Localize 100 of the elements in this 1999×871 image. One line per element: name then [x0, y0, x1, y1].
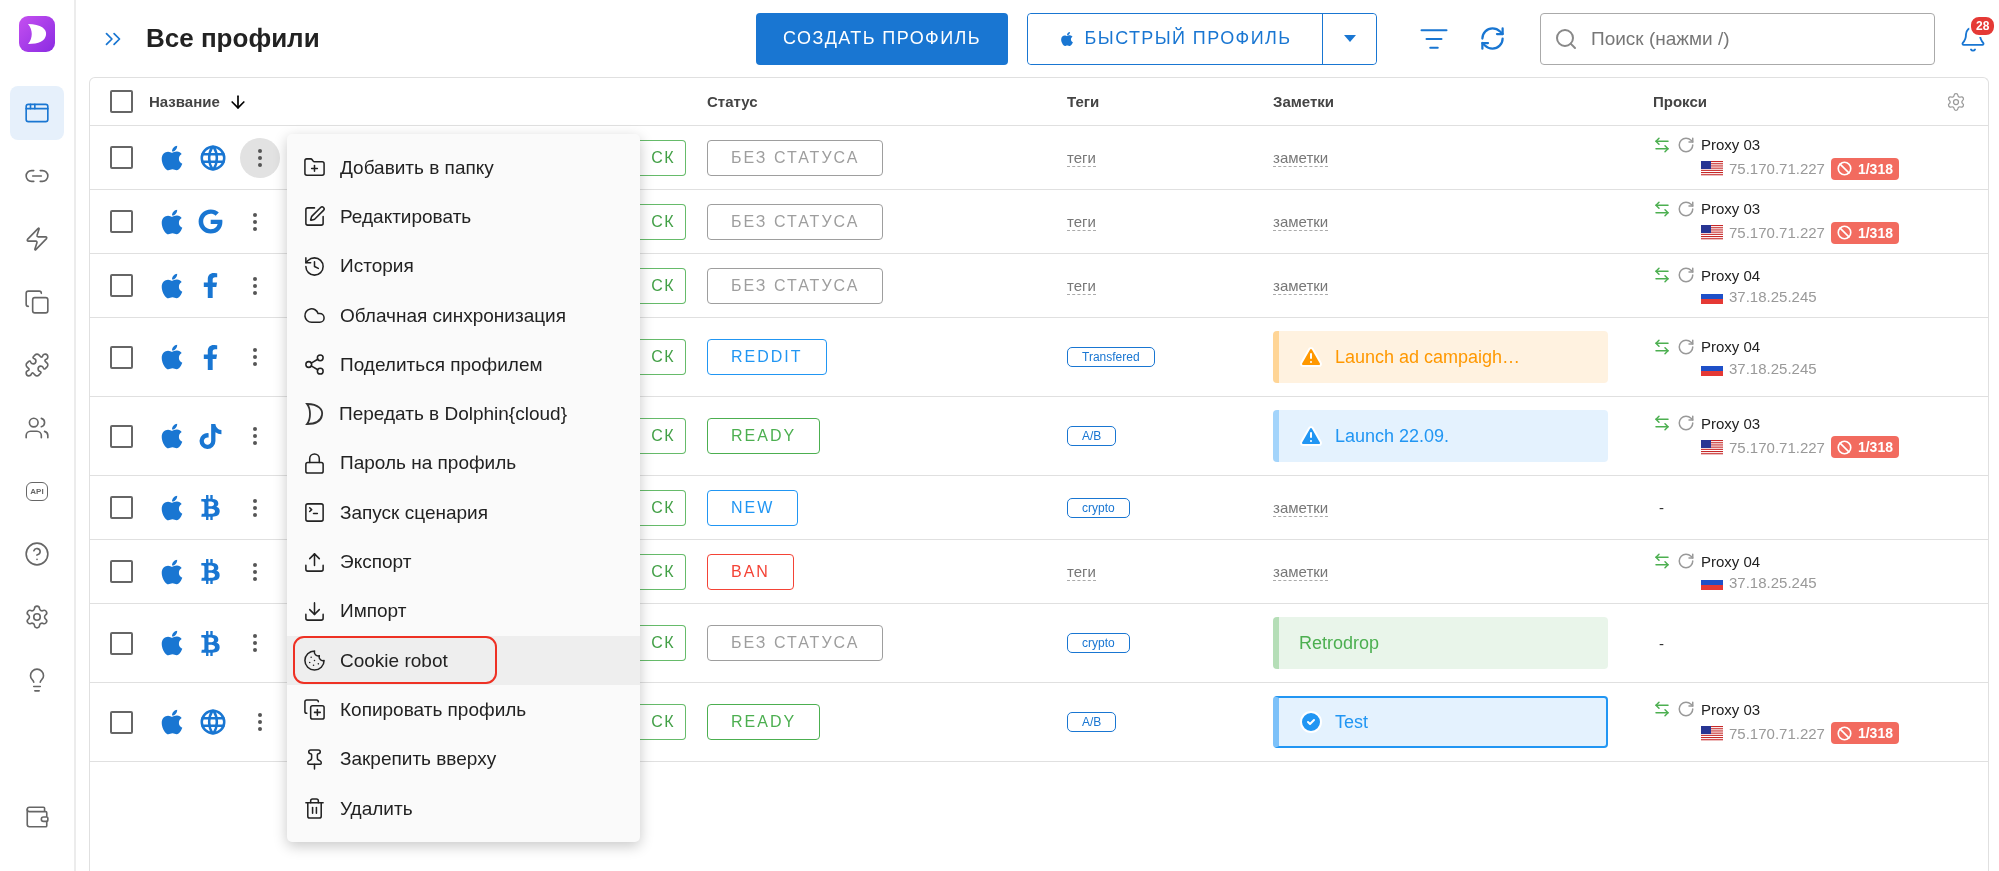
column-header: Статус	[706, 93, 759, 110]
proxy-ip: 37.18.25.245	[1729, 288, 1817, 305]
app-logo[interactable]	[19, 16, 55, 52]
proxy-empty: -	[1658, 634, 1665, 652]
proxy-name: Proxy 03	[1701, 414, 1761, 432]
status-badge[interactable]: БЕЗ СТАТУСА	[707, 139, 884, 176]
tags-placeholder[interactable]: теги	[1067, 212, 1096, 231]
nav-icon	[24, 289, 50, 315]
column-header: Заметки	[1272, 93, 1336, 110]
status-badge[interactable]: БЕЗ СТАТУСА	[707, 203, 884, 240]
swap-icon[interactable]	[1653, 266, 1671, 284]
note-text: Launch ad campaigh…	[1335, 346, 1521, 368]
bitcoin-icon	[198, 495, 223, 520]
more-icon	[253, 562, 257, 581]
row-checkbox[interactable]	[110, 274, 133, 297]
select-all-checkbox[interactable]	[110, 90, 133, 113]
swap-icon[interactable]	[1653, 552, 1671, 570]
row-checkbox[interactable]	[110, 146, 133, 169]
menu-item[interactable]: Удалить	[287, 783, 640, 834]
refresh-icon[interactable]	[1677, 135, 1695, 154]
quick-profile-button[interactable]: БЫСТРЫЙ ПРОФИЛЬ	[1028, 13, 1323, 64]
more-icon	[253, 348, 257, 366]
menu-label: Редактировать	[340, 205, 472, 228]
menu-item[interactable]: Cookie robot	[287, 635, 640, 686]
note-card[interactable]: Retrodrop	[1273, 617, 1608, 669]
tag-chip[interactable]: A/B	[1067, 712, 1117, 732]
notes-placeholder[interactable]: заметки	[1273, 276, 1329, 295]
notes-placeholder[interactable]: заметки	[1273, 562, 1329, 581]
row-checkbox[interactable]	[110, 345, 133, 369]
error-badge: 1/318	[1830, 157, 1899, 180]
menu-label: Пароль на профиль	[340, 452, 517, 475]
row-checkbox[interactable]	[110, 496, 133, 519]
check-icon	[1299, 710, 1323, 734]
menu-label: Закрепить вверху	[340, 748, 497, 771]
status-badge[interactable]: READY	[707, 704, 821, 740]
menu-icon	[303, 501, 326, 525]
bitcoin-icon	[198, 559, 223, 584]
menu-label: Cookie robot	[340, 649, 448, 672]
refresh-icon[interactable]	[1677, 700, 1695, 718]
row-checkbox[interactable]	[110, 560, 133, 583]
row-checkbox[interactable]	[110, 710, 133, 734]
tag-chip[interactable]: Transfered	[1067, 347, 1155, 367]
proxy-ip: 75.170.71.227	[1729, 438, 1825, 456]
flag-icon	[1701, 161, 1723, 176]
status-badge[interactable]: BAN	[707, 553, 794, 590]
swap-icon[interactable]	[1653, 414, 1671, 432]
status-badge[interactable]: REDDIT	[707, 339, 827, 375]
row-checkbox[interactable]	[110, 631, 133, 655]
notes-placeholder[interactable]: заметки	[1273, 212, 1329, 231]
refresh-icon[interactable]	[1677, 552, 1695, 570]
swap-icon[interactable]	[1653, 700, 1671, 718]
menu-label: Поделиться профилем	[340, 353, 543, 376]
sidebar-item[interactable]: API	[10, 464, 64, 518]
status-badge[interactable]: БЕЗ СТАТУСА	[707, 267, 884, 304]
sidebar-item[interactable]	[10, 86, 64, 140]
refresh-icon[interactable]	[1677, 414, 1695, 432]
google-icon	[198, 209, 223, 234]
swap-icon[interactable]	[1653, 199, 1671, 218]
tag-chip[interactable]: crypto	[1067, 633, 1130, 653]
flag-icon	[1701, 439, 1723, 455]
globe-icon	[198, 707, 228, 737]
proxy-name: Proxy 04	[1701, 552, 1761, 570]
tag-chip[interactable]: crypto	[1067, 497, 1130, 518]
refresh-icon[interactable]	[1677, 337, 1695, 356]
tag-chip[interactable]: A/B	[1067, 426, 1117, 446]
proxy-empty: -	[1658, 499, 1665, 516]
nav-icon	[24, 226, 50, 252]
menu-label: Копировать профиль	[340, 698, 527, 721]
swap-icon[interactable]	[1653, 135, 1671, 154]
column-header: Прокси	[1652, 93, 1707, 110]
create-profile-button[interactable]: СОЗДАТЬ ПРОФИЛЬ	[756, 12, 1008, 65]
proxy-ip: 75.170.71.227	[1729, 724, 1825, 742]
menu-icon	[303, 698, 326, 722]
row-checkbox[interactable]	[110, 210, 133, 233]
notes-placeholder[interactable]: заметки	[1273, 148, 1329, 167]
status-badge[interactable]: БЕЗ СТАТУСА	[707, 625, 884, 661]
proxy-ip: 37.18.25.245	[1729, 574, 1817, 591]
proxy-name: Proxy 03	[1701, 700, 1761, 718]
refresh-icon[interactable]	[1677, 266, 1695, 284]
row-checkbox[interactable]	[110, 424, 133, 448]
proxy-name: Proxy 03	[1701, 136, 1761, 153]
settings-icon[interactable]	[1946, 91, 1966, 112]
tags-placeholder[interactable]: теги	[1067, 148, 1096, 167]
more-icon	[253, 498, 257, 517]
tags-placeholder[interactable]: теги	[1067, 276, 1096, 295]
notes-placeholder[interactable]: заметки	[1273, 498, 1329, 517]
status-badge[interactable]: READY	[707, 418, 821, 454]
swap-icon[interactable]	[1653, 337, 1671, 356]
tags-placeholder[interactable]: теги	[1067, 562, 1096, 581]
refresh-icon[interactable]	[1677, 199, 1695, 218]
column-header[interactable]: Название	[149, 93, 220, 110]
note-text: Launch 22.09.	[1335, 425, 1450, 447]
more-button[interactable]	[240, 137, 280, 178]
note-card[interactable]: Launch 22.09.	[1273, 410, 1608, 462]
status-badge[interactable]: NEW	[707, 489, 799, 526]
proxy-name: Proxy 03	[1701, 200, 1761, 217]
note-card[interactable]: Test	[1273, 696, 1608, 748]
search-field[interactable]: Поиск (нажми /)	[1540, 12, 1935, 65]
apple-icon	[1058, 30, 1075, 47]
proxy-name: Proxy 04	[1701, 266, 1761, 284]
